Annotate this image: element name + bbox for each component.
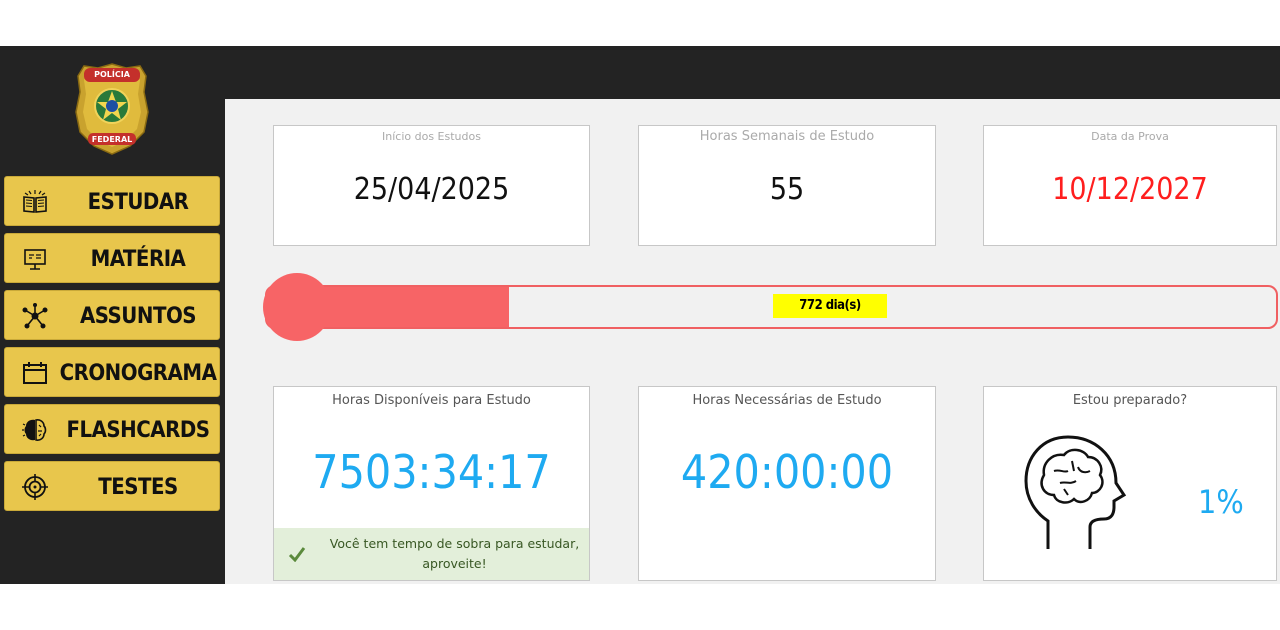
dashboard-content: Início dos Estudos 25/04/2025 Horas Sema… [225, 99, 1280, 584]
card-estou-preparado: Estou preparado? 1% [983, 386, 1277, 581]
nav-label: ESTUDAR [87, 190, 189, 215]
nav-button-assuntos[interactable]: ASSUNTOS [4, 290, 220, 340]
open-book-icon [23, 190, 47, 213]
nav-label: CRONOGRAMA [59, 361, 217, 386]
card-title: Data da Prova [1091, 130, 1169, 143]
horas-semanais-value: 55 [769, 172, 805, 207]
horas-necessarias-value: 420:00:00 [680, 445, 894, 499]
days-remaining-label: 772 dia(s) [773, 294, 887, 318]
data-prova-value: 10/12/2027 [1052, 172, 1208, 207]
card-horas-disponiveis: Horas Disponíveis para Estudo 7503:34:17… [273, 386, 590, 581]
card-inicio-estudos: Início dos Estudos 25/04/2025 [273, 125, 590, 246]
target-crosshair-icon [22, 474, 48, 500]
tip-text: Você tem tempo de sobra para estudar, ap… [329, 536, 580, 571]
card-horas-semanais: Horas Semanais de Estudo 55 [638, 125, 936, 246]
inicio-estudos-value: 25/04/2025 [353, 172, 510, 207]
logo-text: POLÍCIA [94, 70, 130, 79]
card-horas-necessarias: Horas Necessárias de Estudo 420:00:00 [638, 386, 936, 581]
countdown-progress-bar: 772 dia(s) [263, 273, 1280, 341]
brain-icon [22, 419, 47, 441]
card-title: Horas Necessárias de Estudo [692, 393, 882, 408]
app-window: POLÍCIA FEDERAL ESTUDAR MATÉRIA ASSUNTOS… [0, 46, 1280, 584]
presentation-board-icon [24, 249, 46, 270]
nav-label: TESTES [98, 475, 178, 500]
tip-banner: Você tem tempo de sobra para estudar, ap… [274, 528, 589, 580]
calendar-icon [23, 362, 47, 384]
nav-button-flashcards[interactable]: FLASHCARDS [4, 404, 220, 454]
nav-label: FLASHCARDS [66, 418, 210, 443]
card-data-prova: Data da Prova 10/12/2027 [983, 125, 1277, 246]
nav-button-cronograma[interactable]: CRONOGRAMA [4, 347, 220, 397]
nav-label: MATÉRIA [90, 247, 186, 272]
network-nodes-icon [22, 303, 48, 329]
card-title: Horas Disponíveis para Estudo [332, 393, 531, 408]
nav-button-materia[interactable]: MATÉRIA [4, 233, 220, 283]
preparado-percent-value: 1% [1198, 483, 1244, 521]
nav-label: ASSUNTOS [79, 304, 197, 329]
nav-button-estudar[interactable]: ESTUDAR [4, 176, 220, 226]
progress-knob [263, 273, 331, 341]
card-title: Horas Semanais de Estudo [699, 129, 875, 144]
sidebar: POLÍCIA FEDERAL ESTUDAR MATÉRIA ASSUNTOS… [0, 46, 225, 584]
progress-track [265, 285, 1278, 329]
card-title: Estou preparado? [1072, 393, 1188, 408]
head-brain-icon [1024, 435, 1127, 549]
nav-button-testes[interactable]: TESTES [4, 461, 220, 511]
logo-text: FEDERAL [91, 135, 133, 144]
card-title: Início dos Estudos [382, 130, 481, 143]
checkmark-icon [288, 547, 306, 562]
horas-disponiveis-value: 7503:34:17 [312, 445, 551, 499]
